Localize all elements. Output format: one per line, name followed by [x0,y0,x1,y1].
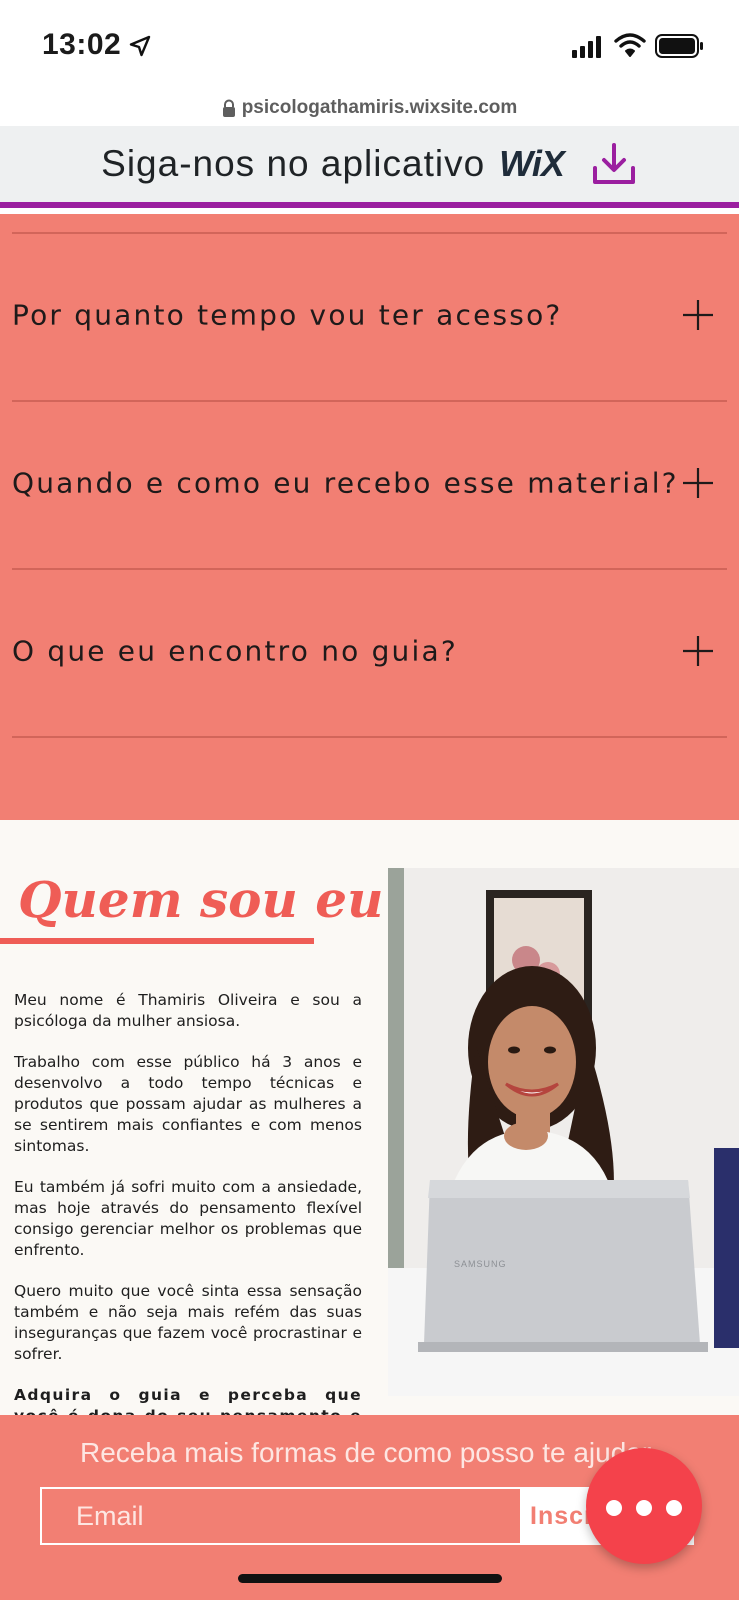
faq-question: Por quanto tempo vou ter acesso? [12,298,563,332]
signal-icon [572,36,601,58]
more-dots-icon [666,1500,682,1516]
battery-icon [655,34,703,58]
status-time: 13:02 [42,28,122,61]
email-field[interactable] [40,1487,522,1545]
app-promo-banner[interactable]: Siga-nos no aplicativo WiX [0,126,739,208]
lock-icon [222,99,235,117]
wix-logo: WiX [499,143,565,184]
faq-section: Por quanto tempo vou ter acesso? Quando … [0,214,739,820]
more-actions-button[interactable] [586,1448,702,1564]
faq-item[interactable]: Por quanto tempo vou ter acesso? [0,232,739,398]
about-paragraph: Trabalho com esse público há 3 anos e de… [14,1053,362,1155]
plus-icon[interactable] [681,466,715,500]
about-paragraph: Eu também já sofri muito com a ansiedade… [14,1178,362,1259]
faq-question: O que eu encontro no guia? [12,634,458,668]
home-indicator[interactable] [238,1574,502,1583]
faq-item[interactable]: O que eu encontro no guia? [0,568,739,734]
wifi-icon [614,33,646,57]
about-text: Meu nome é Thamiris Oliveira e sou a psi… [14,990,362,1448]
url-text: psicologathamiris.wixsite.com [241,97,518,118]
plus-icon[interactable] [681,634,715,668]
plus-icon[interactable] [681,298,715,332]
faq-item[interactable]: Quando e como eu recebo esse material? [0,400,739,566]
download-icon[interactable] [590,140,638,188]
about-paragraph: Meu nome é Thamiris Oliveira e sou a psi… [14,991,362,1030]
faq-question: Quando e como eu recebo esse material? [12,466,679,500]
profile-photo: SAMSUNG [388,868,739,1396]
title-underline [0,938,314,944]
banner-text: Siga-nos no aplicativo [101,143,486,184]
about-paragraph: Quero muito que você sinta essa sensação… [14,1282,362,1363]
more-dots-icon [636,1500,652,1516]
location-arrow-icon [129,35,151,57]
faq-divider [12,736,727,738]
newsletter-title: Receba mais formas de como posso te ajud… [80,1437,652,1468]
more-dots-icon [606,1500,622,1516]
address-bar[interactable]: psicologathamiris.wixsite.com [0,90,739,126]
laptop-brand: SAMSUNG [454,1259,507,1269]
status-bar: 13:02 [0,0,739,90]
about-title: Quem sou eu? [18,870,413,929]
about-section: Quem sou eu? Meu nome é Thamiris Oliveir… [0,820,739,1446]
